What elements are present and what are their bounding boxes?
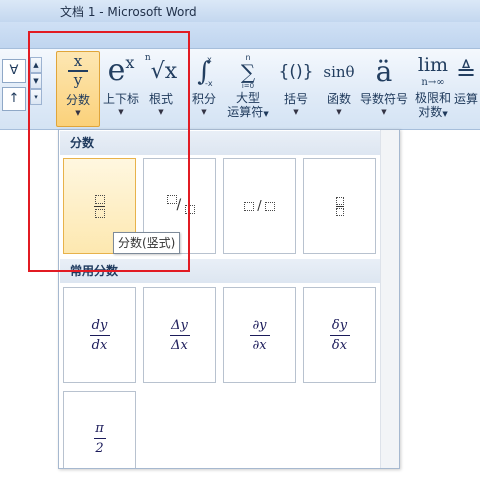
bracket-label: 括号 [283, 92, 308, 106]
common-fraction-option[interactable]: π2 [63, 391, 136, 468]
integral-icon: ∫ x -x [197, 55, 213, 88]
common-fraction-option[interactable]: dy dx [63, 287, 136, 383]
dropdown-arrow-icon: ▼ [442, 110, 448, 118]
dropdown-arrow-icon: ▼ [263, 110, 269, 118]
integral-label: 积分 [191, 92, 216, 106]
large-operator-label: 大型 [235, 91, 260, 105]
large-operator-label-2: 运算符▼ [227, 105, 269, 119]
window-title: 文档 1 - Microsoft Word [60, 5, 197, 19]
operator-icon: ≜ [456, 58, 477, 86]
operator-label: 运算 [454, 92, 479, 106]
common-fraction-option[interactable]: ∂y ∂x [223, 287, 296, 383]
sum-icon: n ∑ i=0 [240, 53, 256, 90]
symbol-forall[interactable]: ∀ [2, 59, 26, 83]
dropdown-arrow-icon: ▼ [293, 108, 299, 116]
title-bar: 文档 1 - Microsoft Word [0, 0, 480, 23]
limit-log-label: 极限和 [414, 91, 451, 105]
symbol-uparrow[interactable]: ↑ [2, 87, 26, 111]
accent-button[interactable]: ä 导数符号 ▼ [358, 51, 410, 125]
common-fraction-option[interactable]: Δy Δx [143, 287, 216, 383]
bracket-icon: {()} [278, 62, 314, 82]
fraction-linear-option[interactable]: / [223, 158, 296, 254]
limit-icon: lim n→∞ [417, 54, 449, 88]
highlight-annotation-box [28, 31, 190, 272]
dropdown-arrow-icon: ▼ [201, 108, 207, 116]
limit-log-button[interactable]: lim n→∞ 极限和 对数▼ [412, 51, 454, 125]
function-label: 函数 [326, 92, 351, 106]
accent-label: 导数符号 [359, 92, 408, 106]
fraction-small-option[interactable] [303, 158, 376, 254]
function-button[interactable]: sinθ 函数 ▼ [318, 51, 360, 125]
sin-icon: sinθ [323, 63, 355, 81]
dropdown-arrow-icon: ▼ [381, 108, 387, 116]
dropdown-arrow-icon: ▼ [336, 108, 342, 116]
bracket-button[interactable]: {()} 括号 ▼ [278, 51, 314, 125]
accent-icon: ä [375, 55, 393, 88]
common-fraction-option[interactable]: δy δx [303, 287, 376, 383]
integral-button[interactable]: ∫ x -x 积分 ▼ [188, 51, 220, 125]
dropdown-scrollbar[interactable] [380, 130, 399, 468]
limit-log-label-2: 对数▼ [418, 105, 448, 119]
operator-button[interactable]: ≜ 运算 [454, 51, 480, 125]
large-operator-button[interactable]: n ∑ i=0 大型 运算符▼ [224, 51, 272, 125]
